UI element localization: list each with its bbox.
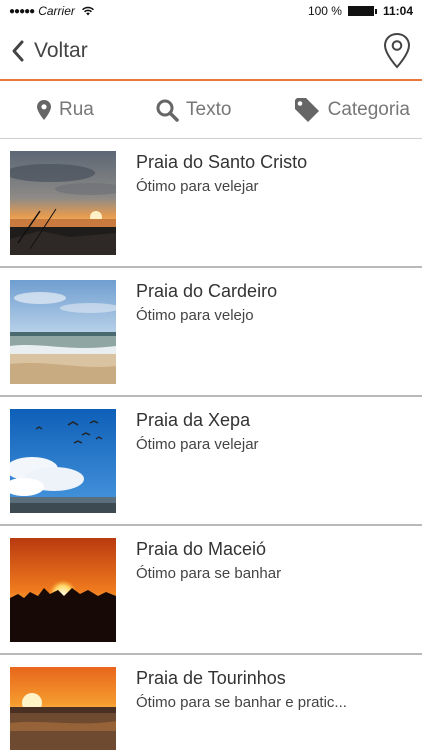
filter-label: Categoria xyxy=(327,98,410,120)
list-item[interactable]: Praia do Cardeiro Ótimo para velejo xyxy=(0,268,422,397)
item-text: Praia do Maceió Ótimo para se banhar xyxy=(136,538,410,584)
filter-tab-texto[interactable]: Texto xyxy=(155,98,231,122)
status-right: 100 % 11:04 xyxy=(308,4,413,18)
item-text: Praia do Cardeiro Ótimo para velejo xyxy=(136,280,410,326)
nav-bar: Voltar xyxy=(0,22,422,80)
tag-icon xyxy=(294,97,319,122)
filter-label: Rua xyxy=(59,98,94,120)
search-icon xyxy=(156,99,179,122)
beach-title: Praia de Tourinhos xyxy=(136,668,286,688)
beach-list: Praia do Santo Cristo Ótimo para velejar xyxy=(0,139,422,750)
clock: 11:04 xyxy=(382,4,413,18)
carrier-label: Carrier xyxy=(38,4,75,18)
battery-percent: 100 % xyxy=(307,4,342,18)
screen: ●●●●● Carrier 100 % 11:04 Voltar Rua Tex… xyxy=(0,0,422,750)
beach-thumbnail xyxy=(10,280,116,384)
beach-thumbnail xyxy=(10,151,116,255)
beach-description: Ótimo para velejar xyxy=(136,436,259,453)
map-pin-icon[interactable] xyxy=(382,32,412,70)
filter-bar: Rua Texto Categoria xyxy=(0,81,422,139)
list-item[interactable]: Praia da Xepa Ótimo para velejar xyxy=(0,397,422,526)
status-bar: ●●●●● Carrier 100 % 11:04 xyxy=(0,0,422,22)
item-text: Praia do Santo Cristo Ótimo para velejar xyxy=(136,151,410,197)
beach-description: Ótimo para velejo xyxy=(136,307,254,324)
item-text: Praia da Xepa Ótimo para velejar xyxy=(136,409,410,455)
filter-label: Texto xyxy=(186,98,232,120)
back-button[interactable]: Voltar xyxy=(10,39,88,63)
list-item[interactable]: Praia de Tourinhos Ótimo para se banhar … xyxy=(0,655,422,750)
beach-title: Praia da Xepa xyxy=(136,410,251,430)
list-item[interactable]: Praia do Maceió Ótimo para se banhar xyxy=(0,526,422,655)
beach-description: Ótimo para velejar xyxy=(136,178,259,195)
beach-description: Ótimo para se banhar xyxy=(136,565,282,582)
map-pin-icon xyxy=(37,99,51,120)
beach-title: Praia do Maceió xyxy=(136,539,267,559)
filter-tab-rua[interactable]: Rua xyxy=(36,99,94,121)
beach-thumbnail xyxy=(10,667,116,750)
beach-title: Praia do Cardeiro xyxy=(136,281,278,301)
back-label: Voltar xyxy=(34,39,88,62)
wifi-icon xyxy=(81,6,94,16)
beach-thumbnail xyxy=(10,538,116,642)
filter-tab-categoria[interactable]: Categoria xyxy=(293,97,410,123)
status-left: ●●●●● Carrier xyxy=(9,4,95,18)
battery-icon xyxy=(347,6,377,16)
beach-description: Ótimo para se banhar e pratic... xyxy=(136,694,347,711)
beach-title: Praia do Santo Cristo xyxy=(136,152,308,172)
list-item[interactable]: Praia do Santo Cristo Ótimo para velejar xyxy=(0,139,422,268)
chevron-left-icon xyxy=(12,40,24,62)
beach-thumbnail xyxy=(10,409,116,513)
signal-icon: ●●●●● xyxy=(9,5,35,17)
item-text: Praia de Tourinhos Ótimo para se banhar … xyxy=(136,667,410,713)
